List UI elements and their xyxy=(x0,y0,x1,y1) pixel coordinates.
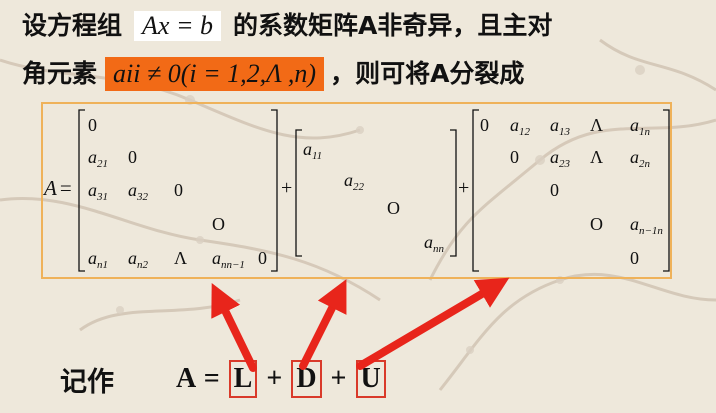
matrix-entry: a12 xyxy=(510,115,531,138)
matrix-bracket xyxy=(472,109,479,272)
matrix-entry: 0 xyxy=(128,147,137,167)
notation-label: 记作 xyxy=(60,367,114,398)
matrix-entry: 0 xyxy=(258,248,267,268)
matrix-entry: 0 xyxy=(550,180,559,200)
matrix-entry: ann xyxy=(424,232,445,255)
matrix-d: a11 a22 Oann xyxy=(295,129,457,257)
matrix-bracket xyxy=(78,109,85,272)
matrix-entry: a23 xyxy=(550,147,571,170)
matrix-entry: a31 xyxy=(88,180,108,203)
matrix-entry: an−1n xyxy=(630,214,663,237)
box-u: U xyxy=(355,360,386,398)
matrix-bracket xyxy=(295,129,302,257)
matrix-entry: an1 xyxy=(88,248,108,271)
matrix-entry: ann−1 xyxy=(212,248,245,271)
matrix-entry: 0 xyxy=(480,115,489,135)
matrix-entry: an2 xyxy=(128,248,149,271)
matrix-entry: Λ xyxy=(590,147,603,167)
matrix-decomposition: A = 0 a21 0 a31 a32 0 Oan1 an2 Λann−1 0 a11 a22 Oann… xyxy=(42,109,670,272)
formula-a: A xyxy=(176,363,195,394)
matrix-l: 0 a21 0 a31 a32 0 Oan1 an2 Λann−1 0 xyxy=(78,109,278,272)
formula-plus: + xyxy=(330,363,347,394)
matrix-entry: 0 xyxy=(510,147,519,167)
formula-plus: + xyxy=(266,363,283,394)
box-d: D xyxy=(291,360,322,398)
matrix-entry: 0 xyxy=(174,180,183,200)
matrix-entry: a22 xyxy=(344,170,365,193)
matrix-entry: a13 xyxy=(550,115,571,138)
matrix-u: 0 a12 a13 Λa1n 0 a23 Λa2n 0 O an−1n 0 xyxy=(472,109,670,272)
matrix-entry: Λ xyxy=(174,248,187,268)
matrix-bracket xyxy=(663,109,670,272)
lhs-label: A = xyxy=(42,176,72,200)
plus-sign: + xyxy=(458,177,469,199)
formula-equals: = xyxy=(203,363,220,394)
matrix-bracket xyxy=(450,129,457,257)
matrix-entry: Λ xyxy=(590,115,603,135)
matrix-bracket xyxy=(271,109,278,272)
matrix-entry: 0 xyxy=(88,115,97,135)
box-l: L xyxy=(228,360,258,398)
matrix-entry: O xyxy=(387,198,400,218)
matrix-entry: a21 xyxy=(88,147,108,170)
plus-sign: + xyxy=(281,177,292,199)
matrix-entry: a32 xyxy=(128,180,149,203)
matrix-entry: O xyxy=(590,214,603,234)
matrix-entry: O xyxy=(212,214,225,234)
matrix-entry: a2n xyxy=(630,147,651,170)
notation-formula: A = L + D + U xyxy=(176,360,386,398)
matrix-entry: a11 xyxy=(303,139,322,162)
matrix-entry: a1n xyxy=(630,115,651,138)
matrix-entry: 0 xyxy=(630,248,639,268)
